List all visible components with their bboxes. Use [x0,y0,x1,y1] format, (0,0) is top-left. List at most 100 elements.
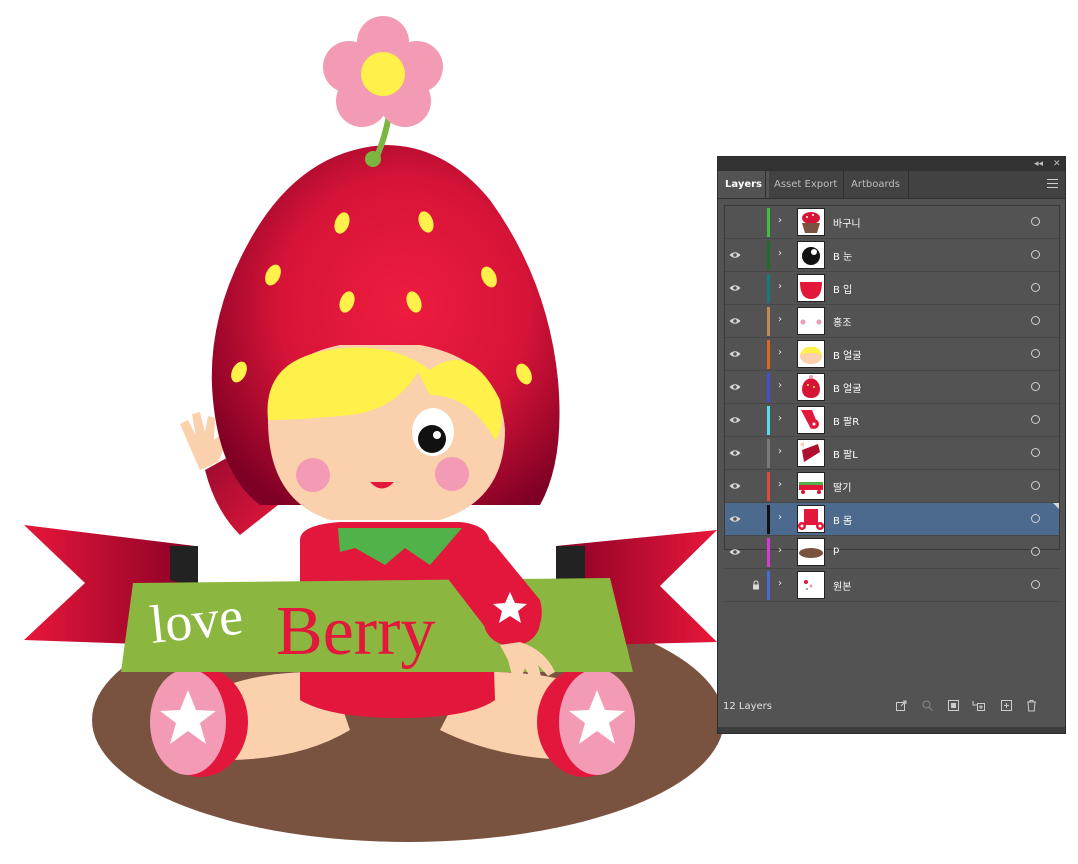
layer-row[interactable]: › B 몸 [725,503,1059,536]
lock-toggle[interactable] [745,338,766,370]
visibility-eye-icon [729,483,741,489]
target-circle-icon[interactable] [1031,349,1040,358]
layers-panel: ◂◂ ✕ Layers Asset Export Artboards › 바구니 ›… [717,156,1066,734]
face [267,345,505,520]
new-sublayer-icon[interactable] [972,699,985,712]
panel-resize-handle[interactable] [718,727,1065,733]
lock-toggle[interactable] [745,371,766,403]
tab-artboards[interactable]: Artboards [844,171,907,198]
visibility-toggle[interactable] [725,404,745,436]
visibility-toggle[interactable] [725,239,745,271]
target-circle-icon[interactable] [1031,382,1040,391]
expand-chevron-icon[interactable]: › [778,446,782,457]
expand-chevron-icon[interactable]: › [778,413,782,424]
delete-icon[interactable] [1025,699,1038,712]
layer-row[interactable]: › B 입 [725,272,1059,305]
lock-toggle[interactable] [745,437,766,469]
layer-name[interactable]: 원본 [833,578,851,593]
tab-layers[interactable]: Layers [718,171,769,198]
target-circle-icon[interactable] [1031,481,1040,490]
visibility-eye-icon [729,450,741,456]
layer-row[interactable]: › 딸기 [725,470,1059,503]
lock-toggle[interactable] [745,272,766,304]
lock-toggle[interactable] [745,305,766,337]
layer-name[interactable]: B 얼굴 [833,380,861,395]
layer-thumbnail [797,274,825,302]
clipping-mask-icon[interactable] [947,699,960,712]
target-circle-icon[interactable] [1031,250,1040,259]
layer-row[interactable]: › B 팔L [725,437,1059,470]
visibility-toggle[interactable] [725,503,745,535]
layer-name[interactable]: 딸기 [833,479,851,494]
lock-toggle[interactable] [745,470,766,502]
tab-asset-export[interactable]: Asset Export [767,171,844,198]
export-icon[interactable] [895,699,908,712]
layer-row[interactable]: › 홍조 [725,305,1059,338]
search-icon[interactable] [921,699,934,712]
target-circle-icon[interactable] [1031,283,1040,292]
layer-color-swatch [767,274,770,303]
target-circle-icon[interactable] [1031,514,1040,523]
layer-name[interactable]: B 팔R [833,413,859,428]
layer-color-swatch [767,340,770,369]
visibility-toggle[interactable] [725,206,745,238]
layer-row[interactable]: › B 얼굴 [725,371,1059,404]
lock-toggle[interactable] [745,206,766,238]
expand-chevron-icon[interactable]: › [778,281,782,292]
expand-chevron-icon[interactable]: › [778,380,782,391]
expand-chevron-icon[interactable]: › [778,248,782,259]
expand-chevron-icon[interactable]: › [778,479,782,490]
layer-name[interactable]: 홍조 [833,314,851,329]
layer-name[interactable]: B 입 [833,281,852,296]
target-circle-icon[interactable] [1031,217,1040,226]
lock-toggle[interactable] [745,404,766,436]
target-circle-icon[interactable] [1031,547,1040,556]
layer-thumbnail [797,241,825,269]
layer-row[interactable]: › B 팔R [725,404,1059,437]
layer-row[interactable]: › 원본 [725,569,1059,602]
expand-chevron-icon[interactable]: › [778,545,782,556]
layer-color-swatch [767,373,770,402]
lock-toggle[interactable] [745,569,766,601]
visibility-toggle[interactable] [725,338,745,370]
visibility-toggle[interactable] [725,305,745,337]
expand-chevron-icon[interactable]: › [778,578,782,589]
visibility-toggle[interactable] [725,371,745,403]
expand-chevron-icon[interactable]: › [778,314,782,325]
visibility-toggle[interactable] [725,272,745,304]
layer-thumbnail [797,406,825,434]
new-layer-icon[interactable] [1000,699,1013,712]
layer-name[interactable]: B 몸 [833,512,852,527]
target-circle-icon[interactable] [1031,316,1040,325]
target-circle-icon[interactable] [1031,415,1040,424]
panel-titlebar[interactable]: ◂◂ ✕ [718,157,1065,171]
expand-chevron-icon[interactable]: › [778,347,782,358]
layer-name[interactable]: 바구니 [833,215,861,230]
visibility-toggle[interactable] [725,536,745,568]
close-icon[interactable]: ✕ [1053,157,1061,171]
layer-name[interactable]: p [833,545,839,556]
lock-toggle[interactable] [745,536,766,568]
layer-name[interactable]: B 눈 [833,248,852,263]
layer-name[interactable]: B 팔L [833,446,858,461]
expand-chevron-icon[interactable]: › [778,512,782,523]
lock-toggle[interactable] [745,503,766,535]
expand-chevron-icon[interactable]: › [778,215,782,226]
layer-color-swatch [767,505,770,534]
visibility-toggle[interactable] [725,437,745,469]
visibility-toggle[interactable] [725,569,745,601]
visibility-toggle[interactable] [725,470,745,502]
visibility-eye-icon [729,384,741,390]
layer-thumbnail [797,208,825,236]
target-circle-icon[interactable] [1031,448,1040,457]
layer-row[interactable]: › B 얼굴 [725,338,1059,371]
target-circle-icon[interactable] [1031,580,1040,589]
panel-menu-icon[interactable] [1047,179,1058,191]
layer-color-swatch [767,472,770,501]
lock-toggle[interactable] [745,239,766,271]
layer-row[interactable]: › 바구니 [725,206,1059,239]
collapse-icon[interactable]: ◂◂ [1034,157,1043,171]
layer-row[interactable]: › B 눈 [725,239,1059,272]
layer-row[interactable]: › p [725,536,1059,569]
layer-name[interactable]: B 얼굴 [833,347,861,362]
